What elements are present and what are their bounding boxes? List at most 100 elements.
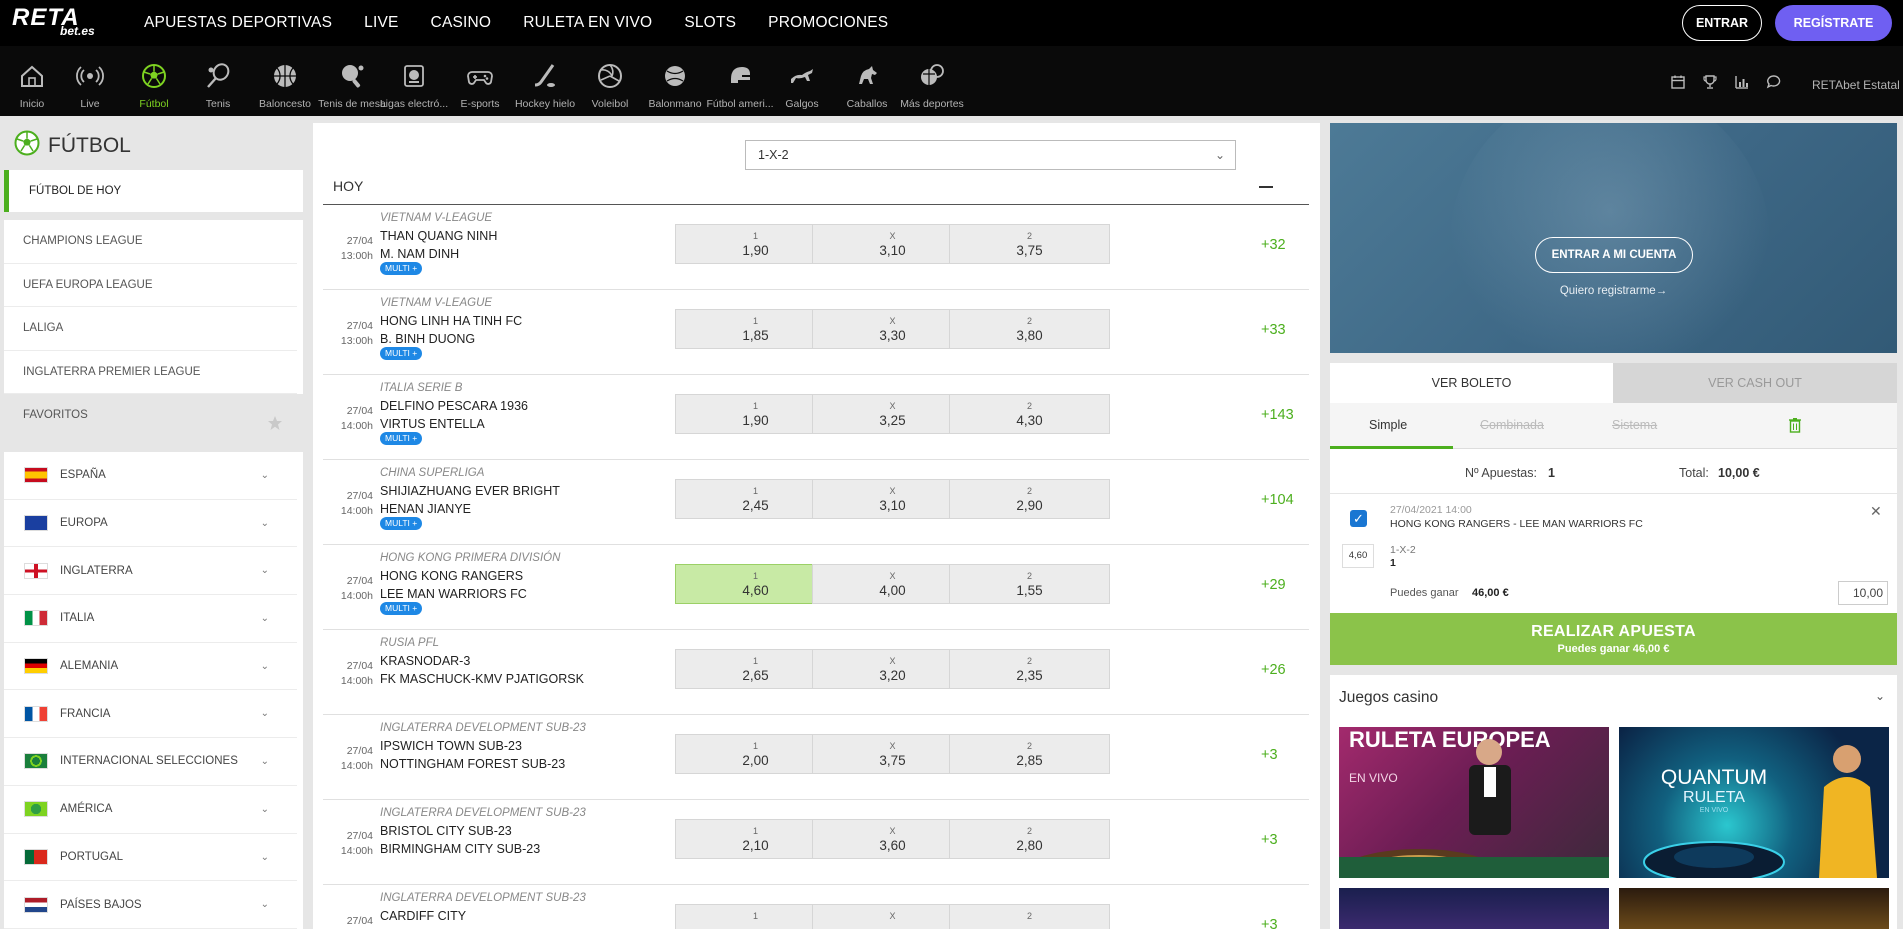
sidebar-item-premier-league[interactable]: INGLATERRA PREMIER LEAGUE xyxy=(4,351,297,394)
sidebar-item-uefa-europa-league[interactable]: UEFA EUROPA LEAGUE xyxy=(4,264,297,307)
retabet-logo[interactable]: RETA bet.es xyxy=(12,4,95,38)
sidebar-country-nl[interactable]: PAÍSES BAJOS ⌄ xyxy=(4,881,297,929)
event-row: CHINA SUPERLIGA 27/04 14:00h SHIJIAZHUANG E… xyxy=(323,460,1309,545)
sport-item-tenis[interactable]: Tenis xyxy=(186,46,250,116)
sport-item-galgos[interactable]: Galgos xyxy=(770,46,834,116)
odd-button-2[interactable]: 2 2,35 xyxy=(949,649,1110,689)
account-banner: ENTRAR A MI CUENTA Quiero registrarme→ xyxy=(1330,123,1897,353)
event-teams[interactable]: HONG LINH HA TINH FC B. BINH DUONG xyxy=(380,312,522,348)
sport-item-live[interactable]: Live xyxy=(58,46,122,116)
sidebar-country-fr[interactable]: FRANCIA ⌄ xyxy=(4,690,297,739)
odd-button-2[interactable]: 2 1,55 xyxy=(949,564,1110,604)
more-markets-link[interactable]: +26 xyxy=(1261,662,1286,678)
register-link[interactable]: Quiero registrarme→ xyxy=(1330,285,1897,297)
register-button[interactable]: REGÍSTRATE xyxy=(1775,5,1892,41)
odd-button-2[interactable]: 2 xyxy=(949,904,1110,929)
market-select-value: 1-X-2 xyxy=(758,148,789,162)
odd-button-2[interactable]: 2 2,90 xyxy=(949,479,1110,519)
event-datetime: 27/04 14:00h xyxy=(329,659,373,689)
login-account-button[interactable]: ENTRAR A MI CUENTA xyxy=(1535,237,1693,273)
login-button[interactable]: ENTRAR xyxy=(1682,5,1762,41)
sport-item-tenis-de-mesa[interactable]: Tenis de mesa xyxy=(318,46,386,116)
event-teams[interactable]: HONG KONG RANGERS LEE MAN WARRIORS FC xyxy=(380,567,527,603)
game-card-3[interactable] xyxy=(1339,888,1609,929)
sport-item-caballos[interactable]: Caballos xyxy=(835,46,899,116)
sidebar-item-champions-league[interactable]: CHAMPIONS LEAGUE xyxy=(4,220,297,264)
tab-ver-cash-out[interactable]: VER CASH OUT xyxy=(1613,363,1897,403)
sidebar-country-en[interactable]: INGLATERRA ⌄ xyxy=(4,547,297,596)
chevron-down-icon[interactable]: ⌄ xyxy=(1875,689,1885,703)
tab-sistema[interactable]: Sistema xyxy=(1612,418,1657,432)
sport-item-hockey-hielo[interactable]: Hockey hielo xyxy=(513,46,577,116)
game-card-4[interactable] xyxy=(1619,888,1889,929)
game-card-quantum-ruleta[interactable]: QUANTUM RULETA EN VIVO xyxy=(1619,727,1889,878)
place-bet-button[interactable]: REALIZAR APUESTA Puedes ganar 46,00 € xyxy=(1330,613,1897,665)
sidebar-country-it[interactable]: ITALIA ⌄ xyxy=(4,595,297,643)
nav-ruleta-en-vivo[interactable]: RULETA EN VIVO xyxy=(523,0,652,46)
more-markets-link[interactable]: +29 xyxy=(1261,577,1286,593)
sport-item-balonmano[interactable]: Balonmano xyxy=(643,46,707,116)
more-markets-link[interactable]: +3 xyxy=(1261,832,1278,848)
nav-live[interactable]: LIVE xyxy=(364,0,398,46)
country-label: EUROPA xyxy=(60,517,108,530)
sidebar-item-futbol-de-hoy[interactable]: FÚTBOL DE HOY xyxy=(4,170,303,212)
sport-item-ligas-electró[interactable]: Ligas electró... xyxy=(380,46,448,116)
more-markets-link[interactable]: +33 xyxy=(1261,322,1286,338)
event-teams[interactable]: THAN QUANG NINH M. NAM DINH xyxy=(380,227,497,263)
nav-promociones[interactable]: PROMOCIONES xyxy=(768,0,888,46)
sport-item-voleibol[interactable]: Voleibol xyxy=(578,46,642,116)
calendar-icon[interactable] xyxy=(1670,74,1688,92)
close-icon[interactable]: ✕ xyxy=(1870,503,1882,520)
sport-item-baloncesto[interactable]: Baloncesto xyxy=(253,46,317,116)
sidebar-country-int[interactable]: INTERNACIONAL SELECCIONES ⌄ xyxy=(4,738,297,786)
nav-apuestas-deportivas[interactable]: APUESTAS DEPORTIVAS xyxy=(144,0,332,46)
home-team: CARDIFF CITY xyxy=(380,909,467,923)
event-teams[interactable]: SHIJIAZHUANG EVER BRIGHT HENAN JIANYE xyxy=(380,482,560,518)
collapse-icon[interactable] xyxy=(1259,186,1273,188)
event-teams[interactable]: KRASNODAR-3 FK MASCHUCK-KMV PJATIGORSK xyxy=(380,652,584,688)
odd-button-2[interactable]: 2 4,30 xyxy=(949,394,1110,434)
odd-button-2[interactable]: 2 2,85 xyxy=(949,734,1110,774)
more-markets-link[interactable]: +3 xyxy=(1261,747,1278,763)
tab-ver-boleto[interactable]: VER BOLETO xyxy=(1330,363,1613,403)
event-time: 14:00h xyxy=(340,675,373,687)
sidebar-item-laliga[interactable]: LALIGA xyxy=(4,307,297,351)
trash-icon[interactable] xyxy=(1788,417,1802,433)
stake-input[interactable]: 10,00 xyxy=(1838,581,1888,605)
sidebar-country-am[interactable]: AMÉRICA ⌄ xyxy=(4,786,297,834)
sport-item-fútbol[interactable]: Fútbol xyxy=(122,46,186,116)
more-markets-link[interactable]: +3 xyxy=(1261,917,1278,929)
event-teams[interactable]: IPSWICH TOWN SUB-23 NOTTINGHAM FOREST SUB… xyxy=(380,737,565,773)
more-markets-link[interactable]: +104 xyxy=(1261,492,1294,508)
chat-icon[interactable] xyxy=(1766,74,1784,92)
odd-button-2[interactable]: 2 2,80 xyxy=(949,819,1110,859)
tab-simple[interactable]: Simple xyxy=(1369,418,1407,432)
selection-checkbox[interactable]: ✓ xyxy=(1350,510,1367,527)
odd-button-2[interactable]: 2 3,75 xyxy=(949,224,1110,264)
home-team: THAN QUANG NINH xyxy=(380,229,498,243)
game-card-ruleta-europea[interactable]: RULETA EUROPEA EN VIVO xyxy=(1339,727,1609,878)
trophy-icon[interactable] xyxy=(1702,74,1720,92)
stats-icon[interactable] xyxy=(1734,74,1752,92)
more-markets-link[interactable]: +32 xyxy=(1261,237,1286,253)
tab-combinada[interactable]: Combinada xyxy=(1480,418,1544,432)
sport-item-e-sports[interactable]: E-sports xyxy=(448,46,512,116)
sidebar-country-pt[interactable]: PORTUGAL ⌄ xyxy=(4,834,297,882)
sidebar-country-eu[interactable]: EUROPA ⌄ xyxy=(4,500,297,548)
event-teams[interactable]: BRISTOL CITY SUB-23 BIRMINGHAM CITY SUB-2… xyxy=(380,822,540,858)
sidebar-country-es[interactable]: ESPAÑA ⌄ xyxy=(4,452,297,500)
more-markets-link[interactable]: +143 xyxy=(1261,407,1294,423)
sidebar-item-favoritos[interactable]: FAVORITOS xyxy=(4,394,297,438)
nav-slots[interactable]: SLOTS xyxy=(684,0,736,46)
event-teams[interactable]: CARDIFF CITY xyxy=(380,907,466,925)
sport-item-fútbol-ameri[interactable]: Fútbol ameri... xyxy=(706,46,774,116)
sidebar-country-de[interactable]: ALEMANIA ⌄ xyxy=(4,643,297,691)
event-teams[interactable]: DELFINO PESCARA 1936 VIRTUS ENTELLA xyxy=(380,397,528,433)
sport-item-más-deportes[interactable]: Más deportes xyxy=(900,46,964,116)
event-league: VIETNAM V-LEAGUE xyxy=(380,212,493,224)
market-select[interactable]: 1-X-2 ⌄ xyxy=(745,140,1236,170)
home-team: BRISTOL CITY SUB-23 xyxy=(380,824,512,838)
nav-casino[interactable]: CASINO xyxy=(431,0,492,46)
odd-button-2[interactable]: 2 3,80 xyxy=(949,309,1110,349)
estatal-link[interactable]: RETAbet Estatal xyxy=(1812,78,1900,92)
